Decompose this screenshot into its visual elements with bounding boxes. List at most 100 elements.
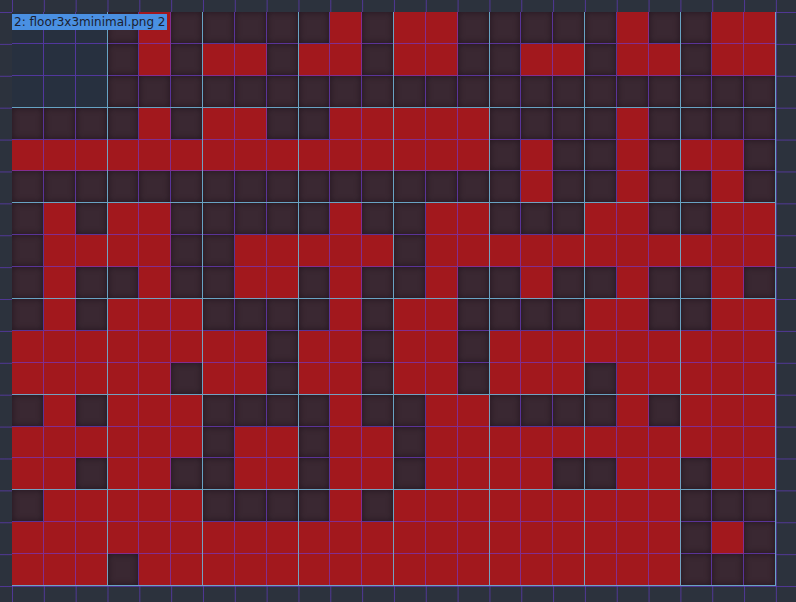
bitmask-cell[interactable]	[426, 395, 458, 427]
bitmask-cell[interactable]	[681, 108, 713, 140]
bitmask-cell[interactable]	[394, 140, 426, 172]
bitmask-cell[interactable]	[139, 554, 171, 586]
bitmask-cell[interactable]	[235, 395, 267, 427]
bitmask-cell[interactable]	[235, 522, 267, 554]
bitmask-cell[interactable]	[617, 522, 649, 554]
bitmask-cell[interactable]	[267, 522, 299, 554]
bitmask-cell[interactable]	[171, 267, 203, 299]
bitmask-cell[interactable]	[521, 490, 553, 522]
bitmask-cell[interactable]	[681, 44, 713, 76]
bitmask-cell[interactable]	[394, 203, 426, 235]
bitmask-cell[interactable]	[681, 331, 713, 363]
tile[interactable]	[681, 12, 777, 108]
bitmask-cell[interactable]	[553, 490, 585, 522]
bitmask-cell[interactable]	[585, 331, 617, 363]
bitmask-cell[interactable]	[521, 76, 553, 108]
bitmask-cell[interactable]	[521, 235, 553, 267]
bitmask-cell[interactable]	[394, 395, 426, 427]
bitmask-cell[interactable]	[171, 44, 203, 76]
bitmask-cell[interactable]	[744, 395, 776, 427]
bitmask-cell[interactable]	[617, 395, 649, 427]
bitmask-cell[interactable]	[649, 140, 681, 172]
tile[interactable]	[585, 12, 681, 108]
bitmask-cell[interactable]	[235, 235, 267, 267]
bitmask-cell[interactable]	[394, 331, 426, 363]
bitmask-cell[interactable]	[330, 235, 362, 267]
bitmask-cell[interactable]	[744, 522, 776, 554]
tile[interactable]	[585, 108, 681, 204]
bitmask-cell[interactable]	[521, 108, 553, 140]
tile[interactable]	[299, 299, 395, 395]
bitmask-cell[interactable]	[744, 427, 776, 459]
bitmask-cell[interactable]	[76, 363, 108, 395]
bitmask-cell[interactable]	[362, 203, 394, 235]
bitmask-cell[interactable]	[330, 554, 362, 586]
bitmask-cell[interactable]	[617, 458, 649, 490]
bitmask-cell[interactable]	[171, 299, 203, 331]
bitmask-cell[interactable]	[362, 267, 394, 299]
bitmask-cell[interactable]	[267, 235, 299, 267]
bitmask-cell[interactable]	[649, 108, 681, 140]
bitmask-cell[interactable]	[108, 44, 140, 76]
bitmask-cell[interactable]	[490, 267, 522, 299]
bitmask-cell[interactable]	[330, 427, 362, 459]
bitmask-cell[interactable]	[521, 554, 553, 586]
bitmask-cell[interactable]	[76, 235, 108, 267]
bitmask-cell[interactable]	[203, 267, 235, 299]
bitmask-cell[interactable]	[649, 203, 681, 235]
bitmask-cell[interactable]	[426, 171, 458, 203]
bitmask-cell[interactable]	[617, 12, 649, 44]
bitmask-cell[interactable]	[299, 363, 331, 395]
bitmask-cell[interactable]	[617, 299, 649, 331]
bitmask-cell[interactable]	[362, 490, 394, 522]
bitmask-cell[interactable]	[458, 331, 490, 363]
bitmask-cell[interactable]	[267, 554, 299, 586]
bitmask-cell[interactable]	[299, 140, 331, 172]
bitmask-cell[interactable]	[139, 235, 171, 267]
bitmask-cell[interactable]	[171, 235, 203, 267]
bitmask-cell[interactable]	[235, 76, 267, 108]
tile[interactable]	[394, 12, 490, 108]
bitmask-cell[interactable]	[76, 44, 108, 76]
bitmask-cell[interactable]	[108, 235, 140, 267]
bitmask-cell[interactable]	[108, 522, 140, 554]
bitmask-cell[interactable]	[362, 44, 394, 76]
bitmask-cell[interactable]	[330, 140, 362, 172]
bitmask-cell[interactable]	[617, 203, 649, 235]
bitmask-cell[interactable]	[617, 140, 649, 172]
bitmask-cell[interactable]	[521, 140, 553, 172]
bitmask-cell[interactable]	[490, 331, 522, 363]
tile[interactable]	[12, 490, 108, 586]
bitmask-cell[interactable]	[330, 522, 362, 554]
bitmask-cell[interactable]	[394, 171, 426, 203]
bitmask-cell[interactable]	[458, 554, 490, 586]
bitmask-cell[interactable]	[299, 427, 331, 459]
bitmask-cell[interactable]	[44, 140, 76, 172]
bitmask-cell[interactable]	[362, 363, 394, 395]
bitmask-cell[interactable]	[617, 108, 649, 140]
bitmask-cell[interactable]	[171, 427, 203, 459]
bitmask-cell[interactable]	[585, 235, 617, 267]
bitmask-cell[interactable]	[553, 554, 585, 586]
bitmask-cell[interactable]	[649, 522, 681, 554]
tile[interactable]	[490, 108, 586, 204]
bitmask-cell[interactable]	[330, 171, 362, 203]
bitmask-cell[interactable]	[330, 363, 362, 395]
bitmask-cell[interactable]	[330, 299, 362, 331]
bitmask-cell[interactable]	[712, 235, 744, 267]
bitmask-cell[interactable]	[76, 203, 108, 235]
bitmask-cell[interactable]	[681, 363, 713, 395]
bitmask-cell[interactable]	[139, 522, 171, 554]
bitmask-cell[interactable]	[681, 554, 713, 586]
bitmask-cell[interactable]	[617, 331, 649, 363]
tile[interactable]	[108, 395, 204, 491]
bitmask-cell[interactable]	[235, 363, 267, 395]
bitmask-cell[interactable]	[649, 395, 681, 427]
bitmask-cell[interactable]	[394, 44, 426, 76]
bitmask-cell[interactable]	[649, 490, 681, 522]
bitmask-cell[interactable]	[44, 108, 76, 140]
tile[interactable]	[108, 299, 204, 395]
bitmask-cell[interactable]	[617, 490, 649, 522]
bitmask-cell[interactable]	[521, 331, 553, 363]
bitmask-cell[interactable]	[171, 108, 203, 140]
